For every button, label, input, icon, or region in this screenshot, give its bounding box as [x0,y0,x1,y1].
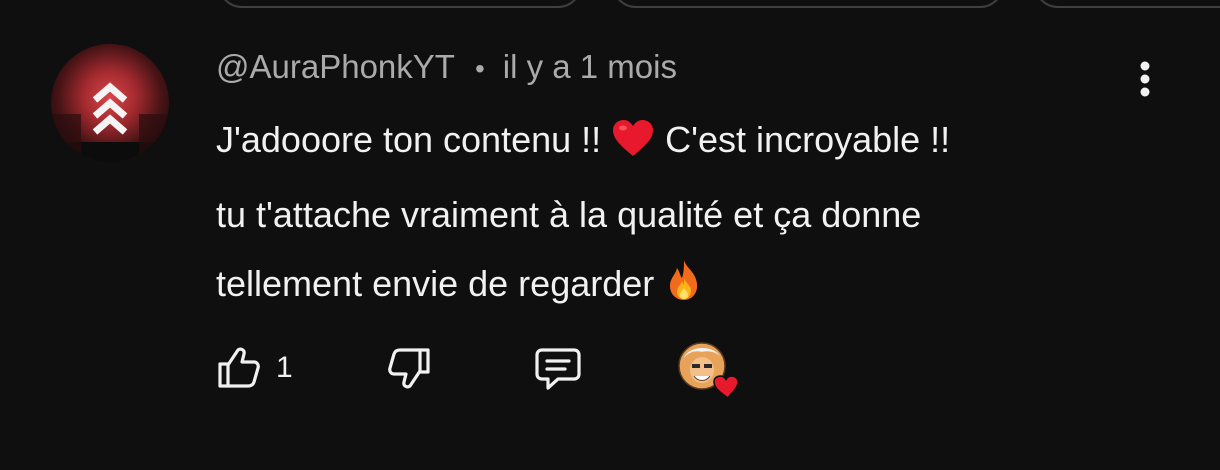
timestamp: il y a 1 mois [502,48,677,85]
comment-line-1: J'adooore ton contenu !! C'est incroyabl… [216,105,1116,180]
reply-comment-icon [535,348,581,390]
comment-text-part: J'adooore ton contenu !! [216,119,612,160]
comment-screen: @AuraPhonkYT • il y a 1 mois J'adooore ton… [0,0,1220,470]
more-options-button[interactable] [1130,58,1160,102]
comment-text: J'adooore ton contenu !! C'est incroyabl… [216,105,1116,324]
comment-header: @AuraPhonkYT • il y a 1 mois [216,48,677,86]
comment-line-3: tellement envie de regarder [216,249,1116,324]
kebab-vertical-icon [1140,61,1150,97]
top-chip-1[interactable] [218,0,582,8]
like-count: 1 [276,351,293,384]
comment-text-part: tellement envie de regarder [216,263,665,304]
creator-heart-badge [678,342,739,400]
author-name[interactable]: @AuraPhonkYT [216,48,455,85]
comment-line-2: tu t'attache vraiment à la qualité et ça… [216,194,922,235]
top-chip-2[interactable] [612,0,1004,8]
meta-separator: • [474,53,485,84]
top-chip-3[interactable] [1034,0,1220,8]
creator-avatar-icon [678,342,739,400]
thumbs-down-icon [388,348,430,389]
like-button[interactable] [216,344,262,395]
comment-text-part: C'est incroyable !! [655,119,951,160]
thumbs-up-icon [218,347,260,388]
dislike-button[interactable] [386,346,432,397]
red-heart-icon [611,111,655,180]
reply-button[interactable] [534,346,582,397]
avatar[interactable] [51,44,169,162]
fire-icon [664,255,704,324]
avatar-chevrons-icon [51,82,169,162]
